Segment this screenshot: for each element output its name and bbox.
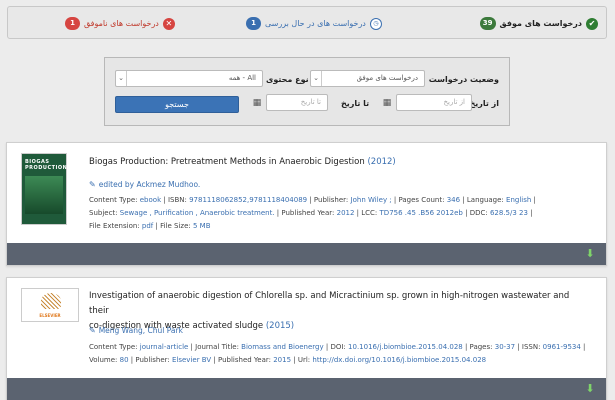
failed-requests-label: درخواست های ناموفق bbox=[84, 19, 159, 28]
pending-requests-label: درخواست های در حال بررسی bbox=[265, 19, 366, 28]
request-status-label: وضعیت درخواست bbox=[428, 75, 499, 84]
chevron-down-icon: ⌄ bbox=[116, 71, 127, 86]
result-card: ELSEVIER Investigation of anaerobic dige… bbox=[6, 277, 607, 400]
pencil-icon: ✎ bbox=[89, 180, 96, 189]
from-date-label: از تاریخ bbox=[469, 99, 499, 108]
request-status-select[interactable]: درخواست های موفق ⌄ bbox=[310, 70, 425, 87]
failed-requests-tab[interactable]: ✕ درخواست های ناموفق 1 bbox=[65, 17, 175, 30]
check-circle-icon: ✔ bbox=[586, 17, 598, 30]
pencil-icon: ✎ bbox=[89, 326, 96, 335]
search-button[interactable]: جستجو bbox=[115, 96, 239, 113]
pending-requests-count: 1 bbox=[246, 17, 261, 30]
to-date-label: تا تاریخ bbox=[341, 99, 370, 108]
successful-requests-label: درخواست های موفق bbox=[499, 19, 582, 28]
result-footer: ⬇ bbox=[7, 243, 606, 265]
pending-requests-tab[interactable]: ◷ درخواست های در حال بررسی 1 bbox=[246, 17, 382, 30]
successful-requests-count: 39 bbox=[479, 17, 496, 30]
publisher-logo-thumbnail[interactable]: ELSEVIER bbox=[21, 288, 79, 322]
calendar-icon[interactable]: ▦ bbox=[380, 94, 394, 111]
chevron-down-icon: ⌄ bbox=[311, 71, 322, 86]
failed-requests-count: 1 bbox=[65, 17, 80, 30]
clock-icon: ◷ bbox=[369, 17, 382, 30]
from-date-input[interactable]: از تاریخ bbox=[396, 94, 472, 111]
result-card: BIOGAS PRODUCTION Biogas Production: Pre… bbox=[6, 142, 607, 266]
book-cover-thumbnail[interactable]: BIOGAS PRODUCTION bbox=[21, 153, 67, 225]
result-footer: ⬇ bbox=[7, 378, 606, 400]
result-metadata: Content Type: journal-article | Journal … bbox=[89, 343, 586, 364]
successful-requests-tab[interactable]: ✔ درخواست های موفق 39 bbox=[479, 17, 598, 30]
calendar-icon[interactable]: ▦ bbox=[250, 94, 264, 111]
x-circle-icon: ✕ bbox=[162, 17, 175, 30]
request-status-bar: ✔ درخواست های موفق 39 ◷ درخواست های در ح… bbox=[7, 6, 607, 39]
download-icon[interactable]: ⬇ bbox=[584, 248, 596, 260]
content-type-select[interactable]: All - همه ⌄ bbox=[115, 70, 263, 87]
result-authors[interactable]: ✎ edited by Ackmez Mudhoo. bbox=[89, 180, 200, 189]
result-metadata: Content Type: ebook | ISBN: 978111806285… bbox=[89, 196, 536, 230]
download-icon[interactable]: ⬇ bbox=[584, 383, 596, 395]
filter-panel: وضعیت درخواست درخواست های موفق ⌄ نوع محت… bbox=[104, 57, 510, 126]
content-type-label: نوع محتوی bbox=[266, 75, 309, 84]
result-url-link[interactable]: http://dx.doi.org/10.1016/j.biombioe.201… bbox=[312, 356, 486, 364]
result-authors[interactable]: ✎ Meng Wang, Chul Park bbox=[89, 326, 183, 335]
result-title[interactable]: Biogas Production: Pretreatment Methods … bbox=[89, 155, 396, 170]
to-date-input[interactable]: تا تاریخ bbox=[266, 94, 328, 111]
